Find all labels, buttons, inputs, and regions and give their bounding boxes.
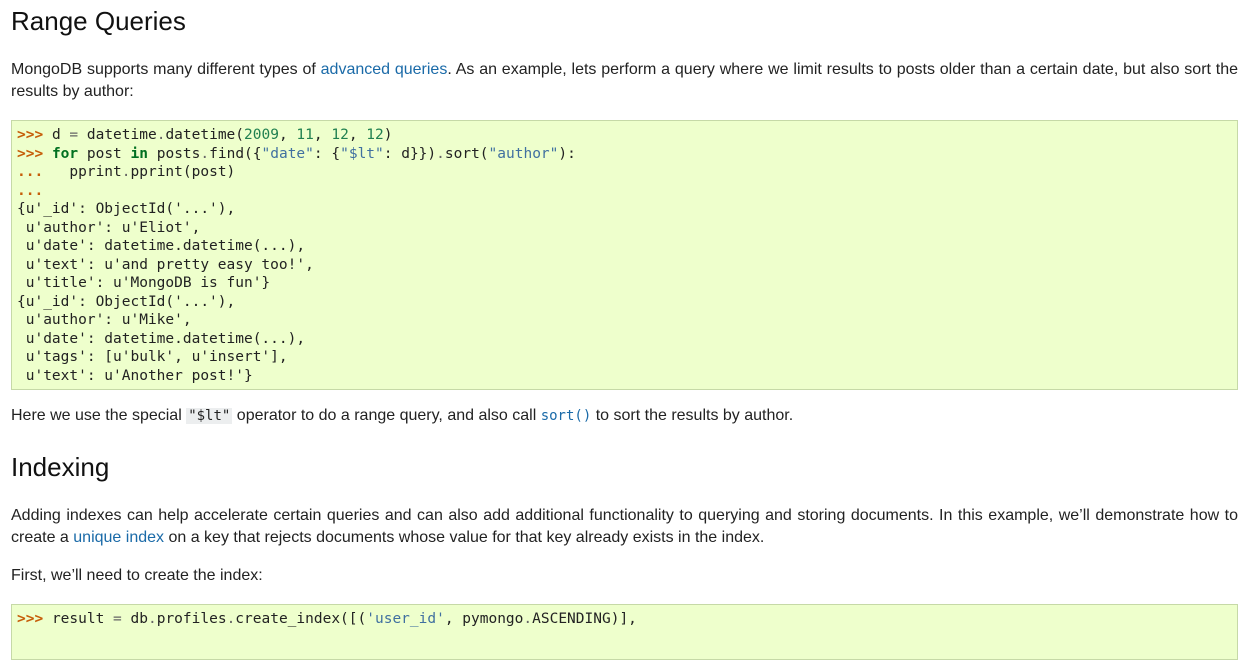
code-token: db (121, 611, 148, 627)
range-intro-paragraph: MongoDB supports many different types of… (11, 59, 1238, 103)
unique-index-link[interactable]: unique index (73, 529, 164, 546)
create-index-paragraph: First, we’ll need to create the index: (11, 567, 263, 584)
code-output: {u'_id': ObjectId('...'), u'author': u'E… (17, 201, 314, 384)
code-token: posts (148, 145, 201, 162)
code-token: . (121, 164, 131, 180)
code-token: = (113, 611, 122, 627)
code-token: . (200, 145, 210, 162)
code-number: 12 (331, 127, 349, 143)
code-prompt: >>> (17, 611, 44, 627)
code-token: , (278, 127, 297, 143)
code-token: profiles (156, 611, 227, 627)
code-token: , (313, 127, 332, 143)
range-explanation-paragraph: Here we use the special "$lt" operator t… (11, 405, 1238, 427)
code-token: = (69, 127, 79, 143)
range-explanation-text: Here we use the special (11, 407, 187, 424)
code-number: 12 (366, 127, 384, 143)
code-token: datetime (78, 127, 157, 143)
code-token: find({ (209, 145, 262, 162)
code-token: ASCENDING)], (532, 611, 637, 627)
code-token: create_index([( (235, 611, 367, 627)
heading-indexing: Indexing (11, 452, 110, 482)
code-continuation: ... (17, 164, 44, 180)
code-number: 2009 (244, 127, 279, 143)
code-keyword: in (130, 145, 148, 162)
indexing-intro-text-2: on a key that rejects documents whose va… (164, 529, 765, 546)
range-explanation-text-2: operator to do a range query, and also c… (232, 407, 541, 424)
code-token: ): (558, 145, 576, 162)
code-token: . (147, 611, 157, 627)
code-string: "date" (261, 145, 314, 162)
main-content: Range Queries MongoDB supports many diff… (0, 0, 1246, 660)
code-token: ) (383, 127, 393, 143)
code-token: , (348, 127, 367, 143)
code-token: . (436, 145, 445, 162)
advanced-queries-link[interactable]: advanced queries (321, 61, 448, 78)
code-token: result (51, 611, 114, 627)
code-token: pprint (43, 164, 122, 180)
code-prompt: >>> (17, 145, 44, 162)
code-continuation: ... (17, 182, 44, 199)
sort-method-link[interactable]: sort() (541, 408, 592, 424)
code-token: sort( (444, 145, 489, 162)
heading-range-queries: Range Queries (11, 6, 186, 36)
code-token: d (51, 127, 70, 143)
code-token: post (78, 145, 131, 162)
code-token: datetime( (165, 127, 245, 143)
range-intro-text: MongoDB supports many different types of (11, 61, 321, 78)
code-string: "author" (488, 145, 559, 162)
code-string: 'user_id' (366, 611, 445, 627)
code-prompt: >>> (17, 127, 44, 143)
lt-operator-code: "$lt" (186, 408, 233, 424)
code-token: , pymongo (444, 611, 524, 627)
code-token: pprint(post) (130, 164, 236, 180)
code-string: "$lt" (340, 145, 384, 162)
indexing-intro-paragraph: Adding indexes can help accelerate certa… (11, 505, 1238, 549)
code-token: . (523, 611, 533, 627)
range-explanation-text-3: to sort the results by author. (591, 407, 794, 424)
range-query-code-block: >>> d = datetime.datetime(2009, 11, 12, … (11, 120, 1238, 390)
code-token: . (226, 611, 236, 627)
code-keyword: for (51, 145, 79, 162)
code-token: : d}}) (383, 145, 437, 162)
code-number: 11 (296, 127, 314, 143)
create-index-code-block: >>> result = db.profiles.create_index([(… (11, 604, 1238, 660)
code-token: : { (313, 145, 341, 162)
